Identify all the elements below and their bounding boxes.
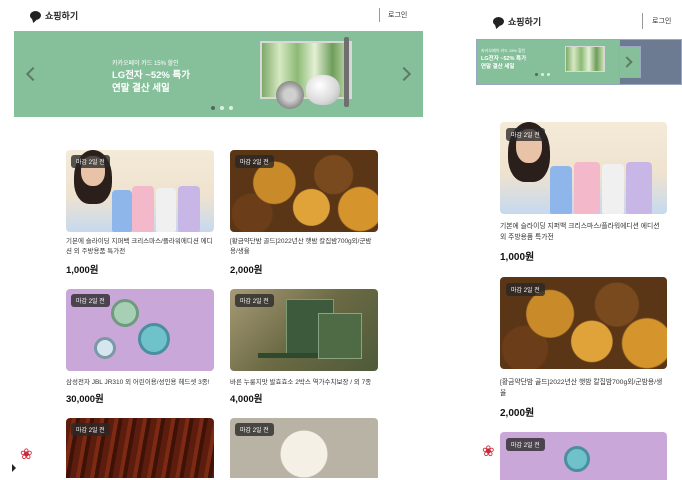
box-image bbox=[318, 313, 362, 359]
chat-bubble-icon bbox=[493, 16, 504, 26]
deadline-badge: 마감 2일 전 bbox=[235, 294, 274, 307]
product-card-3[interactable]: 마감 2일 전 bbox=[500, 432, 667, 480]
earbud-left bbox=[111, 299, 139, 327]
login-link[interactable]: 로그인 bbox=[388, 10, 407, 20]
product-description: 기본에 슬라이딩 지퍼백 크리스마스/플라워에디션 에디션 외 주방용품 특가전 bbox=[66, 238, 213, 255]
page-title: 쇼핑하기 bbox=[508, 16, 542, 27]
chat-bubble-icon bbox=[30, 10, 41, 20]
banner-title-line2: 연말 결산 세일 bbox=[481, 64, 515, 70]
product-card-2[interactable]: 마감 2일 전 [황금약단밤 골드]2022년산 햇밤 칼집밤700g외/군밤용… bbox=[500, 277, 667, 419]
chevron-left-icon[interactable] bbox=[25, 66, 41, 82]
header-brand[interactable]: 쇼핑하기 bbox=[493, 14, 541, 28]
deadline-badge: 마감 2일 전 bbox=[235, 423, 274, 436]
header-divider bbox=[642, 13, 643, 29]
carousel-dot-2[interactable] bbox=[220, 106, 224, 110]
flower-icon[interactable]: ❀ bbox=[20, 447, 33, 462]
product-image[interactable]: 마감 2일 전 bbox=[500, 122, 667, 214]
deadline-badge: 마감 2일 전 bbox=[506, 283, 545, 296]
product-image[interactable]: 마감 2일 전 bbox=[66, 150, 214, 232]
deadline-badge: 마감 2일 전 bbox=[506, 128, 545, 141]
carousel-dot-1[interactable] bbox=[211, 106, 215, 110]
product-description: 삼성전자 JBL JR310 외 어린이용/성인용 헤드셋 3종! bbox=[66, 379, 210, 386]
product-image[interactable]: 마감 2일 전 bbox=[66, 289, 214, 371]
vacuum-image bbox=[344, 37, 349, 107]
tv-image bbox=[565, 46, 605, 72]
rice-cooker-image bbox=[306, 75, 340, 105]
product-description: [황금약단밤 골드]2022년산 햇밤 칼집밤700g외/군밤용/생율 bbox=[500, 379, 663, 397]
carousel-dot-3[interactable] bbox=[547, 73, 550, 76]
cursor-icon bbox=[12, 464, 16, 472]
product-card-2[interactable]: 마감 2일 전 [황금약단밤 골드]2022년산 햇밤 칼집밤700g외/군밤용… bbox=[230, 150, 378, 276]
product-description: [황금약단밤 골드]2022년산 햇밤 칼집밤700g외/군밤용/생율 bbox=[230, 238, 372, 255]
product-card-6[interactable]: 마감 2일 전 bbox=[230, 418, 378, 478]
header-brand[interactable]: 쇼핑하기 bbox=[30, 8, 78, 22]
mobile-view: 쇼핑하기 로그인 카카오페이 카드 15% 할인 LG전자 ~52% 특가 연말… bbox=[476, 0, 682, 480]
product-image[interactable]: 마감 2일 전 bbox=[230, 289, 378, 371]
earbud-right bbox=[564, 446, 590, 472]
deadline-badge: 마감 2일 전 bbox=[71, 423, 110, 436]
product-image[interactable]: 마감 2일 전 bbox=[500, 432, 667, 480]
carousel-dot-1[interactable] bbox=[535, 73, 538, 76]
product-description: 기본에 슬라이딩 지퍼백 크리스마스/플라워에디션 에디션 외 주방용품 특가전 bbox=[500, 223, 660, 241]
flower-icon[interactable]: ❀ bbox=[482, 444, 495, 459]
product-description: 바른 누룽지맛 발효효소 2박스 역가수치보장 / 외 7종 bbox=[230, 379, 372, 386]
product-price: 1,000원 bbox=[66, 265, 99, 276]
login-link[interactable]: 로그인 bbox=[652, 16, 671, 26]
page-title: 쇼핑하기 bbox=[45, 10, 79, 21]
deadline-badge: 마감 2일 전 bbox=[506, 438, 545, 451]
product-card-1[interactable]: 마감 2일 전 기본에 슬라이딩 지퍼백 크리스마스/플라워에디션 에디션 외 … bbox=[66, 150, 214, 276]
product-card-1[interactable]: 마감 2일 전 기본에 슬라이딩 지퍼백 크리스마스/플라워에디션 에디션 외 … bbox=[500, 122, 667, 263]
product-card-5[interactable]: 마감 2일 전 bbox=[66, 418, 214, 478]
earbud-right bbox=[138, 323, 170, 355]
chevron-right-icon[interactable] bbox=[396, 66, 412, 82]
carousel-dot-2[interactable] bbox=[541, 73, 544, 76]
deadline-badge: 마감 2일 전 bbox=[71, 294, 110, 307]
product-price: 1,000원 bbox=[500, 252, 535, 263]
product-card-4[interactable]: 마감 2일 전 바른 누룽지맛 발효효소 2박스 역가수치보장 / 외 7종 4… bbox=[230, 289, 378, 405]
pan-image bbox=[276, 81, 304, 109]
product-card-3[interactable]: 마감 2일 전 삼성전자 JBL JR310 외 어린이용/성인용 헤드셋 3종… bbox=[66, 289, 214, 405]
banner-eyebrow: 카카오페이 카드 15% 할인 bbox=[112, 61, 179, 67]
product-price: 30,000원 bbox=[66, 394, 104, 405]
stick-image bbox=[258, 353, 318, 358]
product-image[interactable]: 마감 2일 전 bbox=[230, 150, 378, 232]
product-price: 2,000원 bbox=[500, 408, 535, 419]
desktop-view: 쇼핑하기 로그인 카카오페이 카드 15% 할인 LG전자 ~52% 특가 연말… bbox=[0, 0, 440, 478]
banner-title-line2: 연말 결산 세일 bbox=[112, 83, 170, 94]
banner-title-line1: LG전자 ~52% 특가 bbox=[112, 70, 190, 81]
promo-banner[interactable]: 카카오페이 카드 15% 할인 LG전자 ~52% 특가 연말 결산 세일 bbox=[14, 31, 423, 117]
earbud-extra bbox=[94, 337, 116, 359]
product-image[interactable]: 마감 2일 전 bbox=[230, 418, 378, 478]
banner-eyebrow: 카카오페이 카드 15% 할인 bbox=[481, 48, 526, 53]
product-price: 2,000원 bbox=[230, 265, 263, 276]
banner-title-line1: LG전자 ~52% 특가 bbox=[481, 56, 527, 62]
product-image[interactable]: 마감 2일 전 bbox=[66, 418, 214, 478]
header-divider bbox=[379, 8, 380, 22]
promo-banner[interactable]: 카카오페이 카드 15% 할인 LG전자 ~52% 특가 연말 결산 세일 bbox=[476, 39, 682, 85]
product-image[interactable]: 마감 2일 전 bbox=[500, 277, 667, 369]
deadline-badge: 마감 2일 전 bbox=[71, 155, 110, 168]
carousel-dot-3[interactable] bbox=[229, 106, 233, 110]
deadline-badge: 마감 2일 전 bbox=[235, 155, 274, 168]
product-price: 4,000원 bbox=[230, 394, 263, 405]
